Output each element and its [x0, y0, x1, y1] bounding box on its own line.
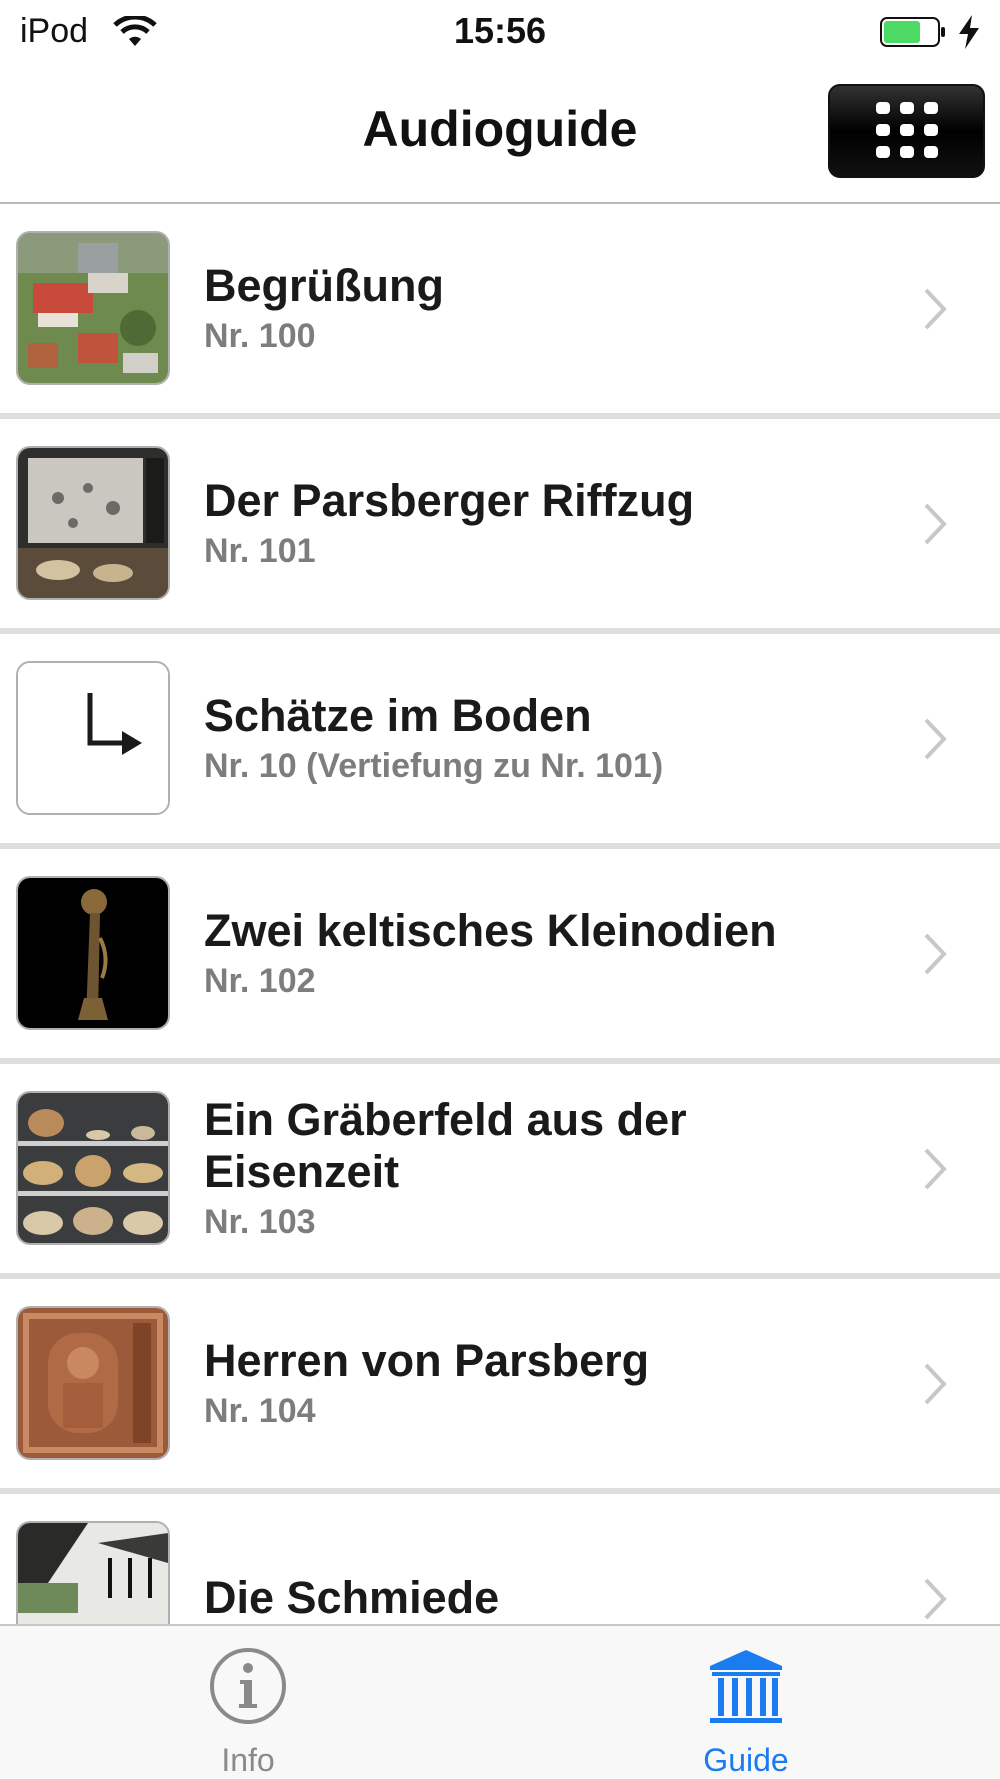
list-item[interactable]: Der Parsberger Riffzug Nr. 101 — [0, 419, 1000, 634]
chevron-right-icon — [924, 288, 947, 330]
list-item[interactable]: Die Schmiede — [0, 1494, 1000, 1624]
item-number: Nr. 100 — [204, 316, 316, 355]
celtic-object-photo — [16, 876, 170, 1030]
item-number: Nr. 104 — [204, 1391, 316, 1430]
info-icon — [210, 1648, 286, 1724]
pottery-shelf-photo — [16, 1091, 170, 1245]
item-number: Nr. 10 (Vertiefung zu Nr. 101) — [204, 746, 664, 785]
list-item[interactable]: Zwei keltisches Kleinodien Nr. 102 — [0, 849, 1000, 1064]
status-bar: iPod 15:56 — [0, 0, 1000, 64]
navigation-bar: Audioguide — [0, 64, 1000, 204]
item-title: Die Schmiede — [204, 1571, 500, 1623]
castle-aerial-photo — [16, 231, 170, 385]
chevron-right-icon — [924, 1363, 947, 1405]
item-title: Herren von Parsberg — [204, 1334, 650, 1386]
museum-icon — [710, 1650, 782, 1723]
list-item[interactable]: Schätze im Boden Nr. 10 (Vertiefung zu N… — [0, 634, 1000, 849]
stone-relief-photo — [16, 1306, 170, 1460]
status-time: 15:56 — [453, 10, 547, 51]
list-item[interactable]: Ein Gräberfeld aus der Eisenzeit Nr. 103 — [0, 1064, 1000, 1279]
smithy-photo — [16, 1521, 170, 1624]
item-title: Ein Gräberfeld aus der Eisenzeit — [204, 1093, 687, 1197]
item-number: Nr. 101 — [204, 531, 316, 570]
chevron-right-icon — [924, 503, 947, 545]
item-title: Der Parsberger Riffzug — [204, 474, 695, 526]
keypad-grid-icon — [876, 102, 938, 158]
battery-icon — [880, 17, 945, 47]
list-item[interactable]: Herren von Parsberg Nr. 104 — [0, 1279, 1000, 1494]
item-number: Nr. 102 — [204, 961, 316, 1000]
exhibit-display-photo — [16, 446, 170, 600]
bolt-icon — [959, 15, 979, 49]
audioguide-list: Begrüßung Nr. 100 Der Parsberger Riffzug… — [0, 204, 1000, 1624]
tab-guide[interactable]: Guide — [596, 1626, 896, 1778]
chevron-right-icon — [924, 1578, 947, 1620]
item-number: Nr. 103 — [204, 1202, 316, 1241]
keypad-button[interactable] — [828, 84, 985, 178]
tab-bar: Info Guide — [0, 1624, 1000, 1778]
chevron-right-icon — [924, 933, 947, 975]
list-item[interactable]: Begrüßung Nr. 100 — [0, 204, 1000, 419]
item-title: Zwei keltisches Kleinodien — [204, 904, 777, 956]
tab-info[interactable]: Info — [98, 1626, 398, 1778]
chevron-right-icon — [924, 718, 947, 760]
item-title: Schätze im Boden — [204, 689, 592, 741]
tab-info-label: Info — [221, 1742, 275, 1778]
branch-arrow-icon — [16, 661, 170, 815]
chevron-right-icon — [924, 1148, 947, 1190]
tab-guide-label: Guide — [703, 1742, 789, 1778]
item-title: Begrüßung — [204, 259, 444, 311]
